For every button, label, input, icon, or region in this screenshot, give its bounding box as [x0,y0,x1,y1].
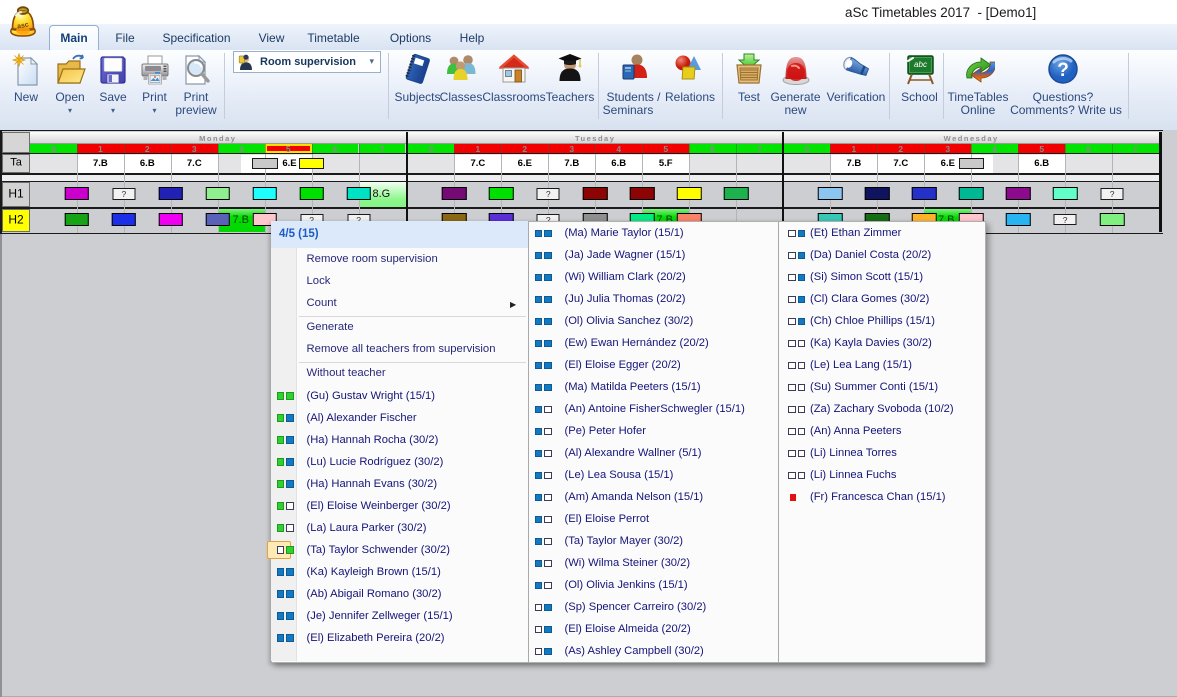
svg-text:abc: abc [914,60,927,69]
svg-text:?: ? [1057,60,1069,81]
